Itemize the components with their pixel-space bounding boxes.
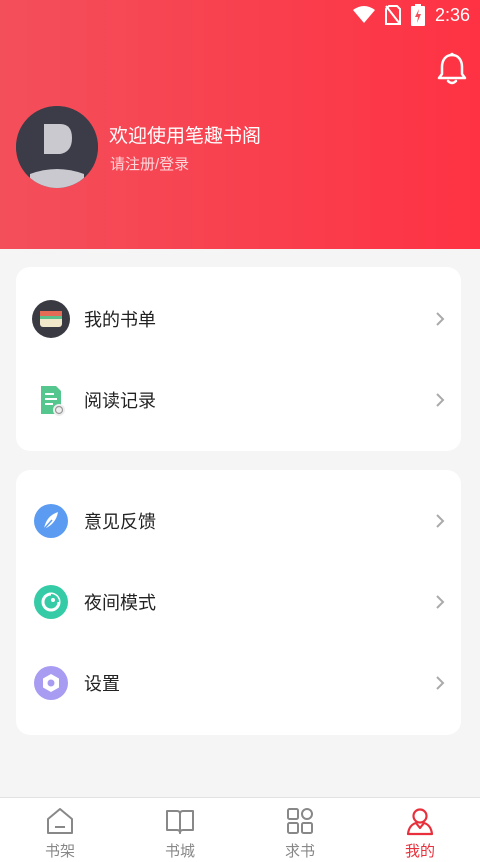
menu-item-night-mode[interactable]: 夜间模式 [16,572,461,632]
tab-request[interactable]: 求书 [240,798,360,862]
chevron-right-icon [436,312,445,326]
register-login-link[interactable]: 请注册/登录 [110,153,189,174]
menu-item-label: 意见反馈 [84,512,156,532]
menu-item-label: 阅读记录 [84,391,156,411]
menu-card-1: 我的书单 阅读记录 [16,267,461,451]
wifi-icon [352,6,375,23]
status-bar: 2:36 [0,0,480,30]
chevron-right-icon [436,676,445,690]
menu-card-2: 意见反馈 夜间模式 设置 [16,470,461,735]
reading-history-icon [41,386,65,416]
bookstore-icon [166,810,194,834]
avatar[interactable] [16,106,98,188]
booklist-icon [32,300,70,338]
tab-label: 求书 [284,843,315,860]
chevron-right-icon [436,595,445,609]
battery-charging-icon [410,4,425,26]
settings-icon [34,666,68,700]
menu-item-settings[interactable]: 设置 [16,653,461,713]
menu-item-label: 设置 [84,674,120,694]
menu-item-label: 夜间模式 [84,593,156,613]
chevron-right-icon [436,393,445,407]
menu-item-reading-history[interactable]: 阅读记录 [16,370,461,430]
chevron-right-icon [436,514,445,528]
menu-item-label: 我的书单 [84,310,156,330]
notification-bell-icon[interactable] [436,52,468,86]
bookshelf-icon [47,808,73,834]
menu-item-booklist[interactable]: 我的书单 [16,289,461,349]
status-time: 2:36 [434,4,470,25]
tab-bookstore[interactable]: 书城 [120,798,240,862]
tab-label: 书架 [44,843,75,860]
bottom-tab-bar: 书架 书城 求书 我的 [0,797,480,862]
feedback-icon [34,504,68,538]
profile-icon [406,808,434,836]
no-sim-icon [384,5,401,25]
tab-profile[interactable]: 我的 [360,798,480,862]
tab-label: 书城 [164,843,195,860]
tab-bookshelf[interactable]: 书架 [0,798,120,862]
request-icon [287,808,313,834]
welcome-text: 欢迎使用笔趣书阁 [109,126,262,147]
night-mode-icon [34,585,68,619]
default-avatar-icon [16,106,98,188]
tab-label: 我的 [404,843,435,860]
menu-item-feedback[interactable]: 意见反馈 [16,491,461,551]
profile-header: 2:36 欢迎使用笔趣书阁 请注册/登录 [0,0,480,249]
